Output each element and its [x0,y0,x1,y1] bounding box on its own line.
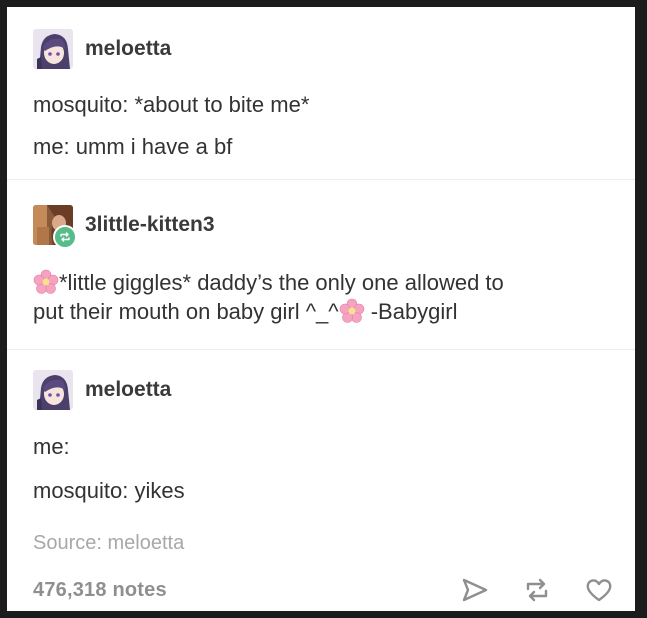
reblog-icon [53,225,77,249]
post-actions [433,572,619,608]
username[interactable]: meloetta [85,378,171,402]
anime-avatar-icon [33,370,73,410]
post-header: meloetta [33,29,171,69]
like-button[interactable] [579,572,619,608]
reblog-button[interactable] [517,572,557,608]
post-text-line: me: [33,434,70,459]
post-header: 3little-kitten3 [33,205,215,249]
username[interactable]: 3little-kitten3 [85,213,215,237]
notes-count[interactable]: 476,318 notes [33,579,167,602]
post-meloetta-1: meloetta mosquito: *about to bite me* me… [7,7,635,179]
avatar-meloetta[interactable] [33,29,73,69]
post-text-line: put their mouth on baby girl ^_^ -Babygi… [33,297,458,326]
username[interactable]: meloetta [85,37,171,61]
post-text: *little giggles* daddy’s the only one al… [59,270,504,295]
heart-icon [586,579,612,602]
avatar-3little-kitten3[interactable] [33,205,77,249]
anime-avatar-icon [33,29,73,69]
post-text-line: *little giggles* daddy’s the only one al… [33,268,504,297]
cherry-blossom-icon [339,298,364,323]
post-text: -Babygirl [364,299,458,324]
post-meloetta-2: meloetta me: mosquito: yikes Source: mel… [7,349,635,611]
reblog-icon [526,578,548,602]
share-button[interactable] [455,572,495,608]
source-link[interactable]: Source: meloetta [33,532,184,555]
post-text-line: me: umm i have a bf [33,134,233,159]
share-icon [462,578,488,602]
post-text: put their mouth on baby girl ^_^ [33,299,339,324]
post-card: meloetta mosquito: *about to bite me* me… [7,7,635,611]
cherry-blossom-icon [33,269,59,294]
post-text-line: mosquito: yikes [33,478,185,503]
avatar-meloetta[interactable] [33,370,73,410]
post-header: meloetta [33,370,171,410]
post-text-line: mosquito: *about to bite me* [33,92,310,117]
post-3little-kitten3: 3little-kitten3 *little giggles* daddy’s… [7,179,635,350]
